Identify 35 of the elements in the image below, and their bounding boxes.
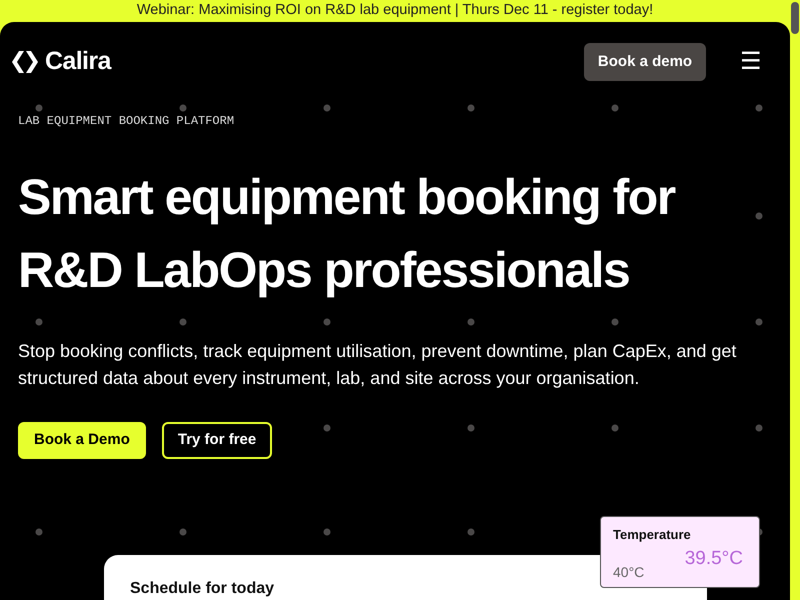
grid-dot xyxy=(468,424,474,432)
book-demo-button[interactable]: Book a Demo xyxy=(18,422,146,459)
hero-heading: Smart equipment booking for xyxy=(18,168,675,227)
temperature-threshold: 40°C xyxy=(613,563,644,582)
grid-dot xyxy=(612,318,618,326)
grid-dot xyxy=(180,528,186,536)
logo-text[interactable]: Calira xyxy=(45,43,111,81)
book-demo-header-button[interactable]: Book a demo xyxy=(584,43,706,81)
grid-dot xyxy=(36,318,42,326)
grid-dot xyxy=(756,424,762,432)
grid-dot xyxy=(756,212,762,220)
grid-dot xyxy=(324,424,330,432)
schedule-title: Schedule for today xyxy=(130,579,276,599)
grid-dot xyxy=(612,424,618,432)
grid-dot xyxy=(756,318,762,326)
hero-description: Stop booking conflicts, track equipment utilisation, prevent downtime, plan CapEx, and get structured data about every instrument, lab, and site across your organisation. xyxy=(18,340,738,390)
grid-dot xyxy=(468,104,474,112)
grid-dot xyxy=(756,104,762,112)
eyebrow-label: LAB EQUIPMENT BOOKING PLATFORM xyxy=(18,113,236,130)
grid-dot xyxy=(36,528,42,536)
try-free-button[interactable]: Try for free xyxy=(162,422,272,459)
grid-dot xyxy=(612,104,618,112)
grid-dot xyxy=(36,104,42,112)
temperature-title: Temperature xyxy=(613,526,692,544)
logo-icon xyxy=(11,50,39,74)
grid-dot xyxy=(180,104,186,112)
hero-heading: R&D LabOps professionals xyxy=(18,241,630,300)
announcement-banner[interactable]: Webinar: Maximising ROI on R&D lab equipment | Thurs Dec 11 - register today! xyxy=(0,0,790,22)
grid-dot xyxy=(180,318,186,326)
grid-dot xyxy=(468,318,474,326)
temperature-reading: 39.5°C xyxy=(684,546,743,570)
grid-dot xyxy=(324,104,330,112)
grid-dot xyxy=(324,528,330,536)
grid-dot xyxy=(468,528,474,536)
grid-dot xyxy=(324,318,330,326)
